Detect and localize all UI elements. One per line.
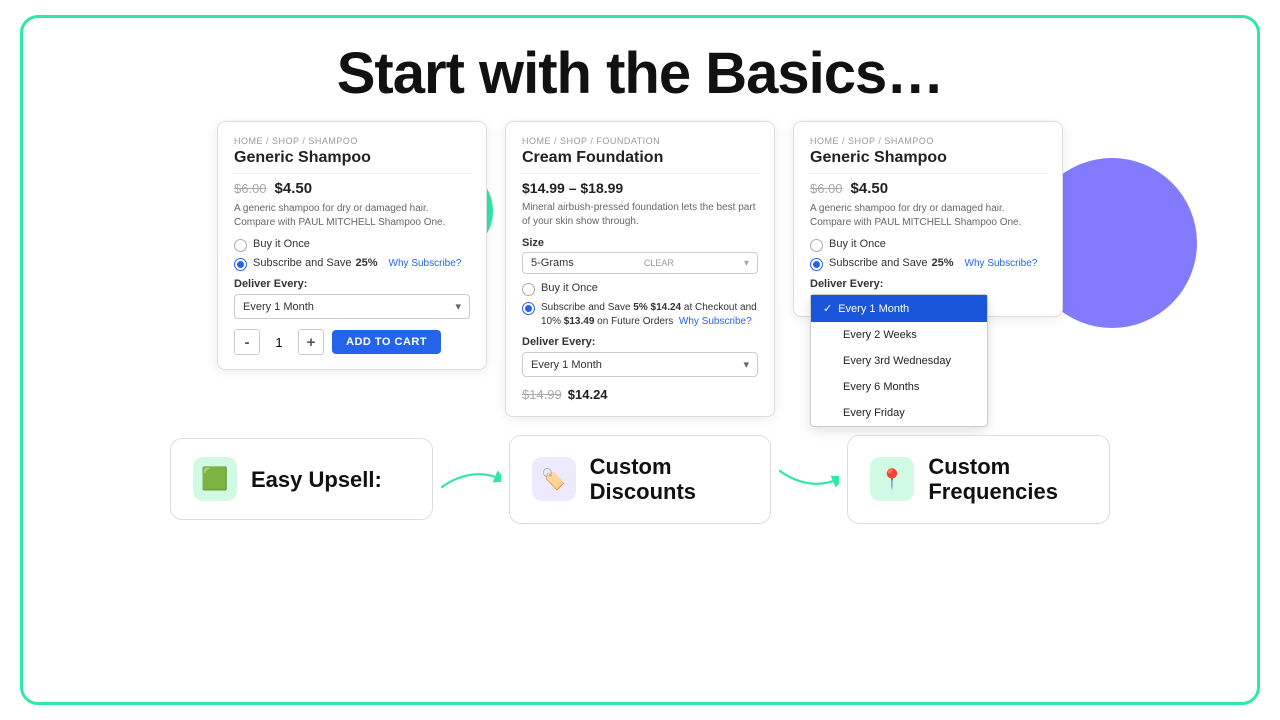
radio-buy-once-1[interactable]: Buy it Once	[234, 238, 470, 252]
radio-buy-once-2[interactable]: Buy it Once	[522, 282, 758, 296]
radio-buy-once-circle-2[interactable]	[522, 283, 535, 296]
card-title-2: Cream Foundation	[522, 149, 758, 167]
feature-easy-upsell: 🟩 Easy Upsell:	[170, 438, 433, 520]
size-select-2[interactable]: 5-Grams CLEAR ▾	[522, 252, 758, 274]
card-foundation: HOME / SHOP / FOUNDATION Cream Foundatio…	[505, 121, 775, 417]
deliver-label-1: Deliver Every:	[234, 278, 470, 290]
deliver-value-1: Every 1 Month	[243, 301, 314, 313]
radio-group-3: Buy it Once Subscribe and Save 25% Why S…	[810, 238, 1046, 271]
radio-buy-once-circle-1[interactable]	[234, 239, 247, 252]
why-link-3[interactable]: Why Subscribe?	[965, 258, 1038, 269]
radio-buy-once-3[interactable]: Buy it Once	[810, 238, 1046, 252]
radio-subscribe-circle-2[interactable]	[522, 302, 535, 315]
price-old-3: $6.00	[810, 181, 843, 196]
subscribe-label-1: Subscribe and Save	[253, 257, 351, 269]
radio-buy-once-circle-3[interactable]	[810, 239, 823, 252]
radio-buy-once-label-1: Buy it Once	[253, 238, 310, 250]
location-pin-icon: 📍	[880, 467, 905, 492]
custom-discounts-icon-wrap: 🏷️	[532, 457, 576, 501]
strike-new-2: $14.24	[568, 387, 608, 402]
chevron-down-icon-1: ▾	[455, 300, 461, 313]
radio-subscribe-circle-3[interactable]	[810, 258, 823, 271]
card-shampoo-1: HOME / SHOP / SHAMPOO Generic Shampoo $6…	[217, 121, 487, 370]
tag-icon: 🏷️	[541, 467, 566, 492]
price-row-3: $6.00 $4.50	[810, 180, 1046, 197]
subscribe-text-3: Subscribe and Save 25% Why Subscribe?	[829, 257, 1037, 269]
size-label-2: Size	[522, 237, 758, 249]
easy-upsell-label: Easy Upsell:	[251, 467, 382, 492]
radio-buy-once-label-2: Buy it Once	[541, 282, 598, 294]
radio-subscribe-2[interactable]: Subscribe and Save 5% $14.24 at Checkout…	[522, 301, 758, 329]
price-new-1: $4.50	[275, 180, 313, 197]
custom-discounts-label: CustomDiscounts	[590, 454, 696, 505]
checkmark-icon: ✓	[823, 302, 832, 315]
cube-icon: 🟩	[201, 466, 228, 492]
cards-row: HOME / SHOP / SHAMPOO Generic Shampoo $6…	[217, 121, 1063, 417]
connector-1	[433, 464, 509, 494]
breadcrumb-2: HOME / SHOP / FOUNDATION	[522, 136, 758, 146]
price-new-3: $4.50	[851, 180, 889, 197]
deliver-value-2: Every 1 Month	[531, 359, 602, 371]
radio-buy-once-label-3: Buy it Once	[829, 238, 886, 250]
dropdown-open-row: ✓ Every 1 Month Every 2 Weeks Every 3rd …	[810, 294, 1046, 302]
qty-row-1: - 1 + ADD TO CART	[234, 329, 470, 355]
subscribe-text-1: Subscribe and Save 25% Why Subscribe?	[253, 257, 461, 269]
bottom-feature-row: 🟩 Easy Upsell: 🏷️ CustomDiscounts	[170, 435, 1110, 524]
breadcrumb-1: HOME / SHOP / SHAMPOO	[234, 136, 470, 146]
arrow-svg-1	[441, 464, 501, 494]
save-pct-1: 25%	[355, 257, 377, 269]
price-row-1: $6.00 $4.50	[234, 180, 470, 197]
strike-price-row-2: $14.99 $14.24	[522, 387, 758, 402]
strike-old-2: $14.99	[522, 387, 562, 402]
qty-minus-1[interactable]: -	[234, 329, 260, 355]
card-desc-2: Mineral airbush-pressed foundation lets …	[522, 201, 758, 229]
size-clear-label-2[interactable]: CLEAR	[644, 258, 674, 268]
add-to-cart-button-1[interactable]: ADD TO CART	[332, 330, 441, 354]
dropdown-item-friday[interactable]: Every Friday	[811, 400, 987, 426]
price-old-1: $6.00	[234, 181, 267, 196]
qty-plus-1[interactable]: +	[298, 329, 324, 355]
dropdown-item-3rd-wednesday[interactable]: Every 3rd Wednesday	[811, 348, 987, 374]
why-link-1[interactable]: Why Subscribe?	[389, 258, 462, 269]
radio-group-2: Buy it Once Subscribe and Save 5% $14.24…	[522, 282, 758, 329]
custom-frequencies-icon-wrap: 📍	[870, 457, 914, 501]
feature-custom-discounts: 🏷️ CustomDiscounts	[509, 435, 772, 524]
radio-subscribe-3[interactable]: Subscribe and Save 25% Why Subscribe?	[810, 257, 1046, 271]
deliver-label-3: Deliver Every:	[810, 278, 1046, 290]
feature-custom-frequencies: 📍 CustomFrequencies	[847, 435, 1110, 524]
card-title-3: Generic Shampoo	[810, 149, 1046, 167]
price-range-2: $14.99 – $18.99	[522, 180, 623, 196]
page-headline: Start with the Basics…	[337, 40, 943, 107]
chevron-down-icon-3: ▾	[743, 358, 749, 371]
connector-2	[771, 464, 847, 494]
outer-container: Start with the Basics… HOME / SHOP / SHA…	[20, 15, 1260, 705]
subscribe-label-3: Subscribe and Save	[829, 257, 927, 269]
deliver-dropdown-2[interactable]: Every 1 Month ▾	[522, 352, 758, 377]
easy-upsell-icon-wrap: 🟩	[193, 457, 237, 501]
size-value-2: 5-Grams	[531, 257, 574, 269]
radio-subscribe-1[interactable]: Subscribe and Save 25% Why Subscribe?	[234, 257, 470, 271]
card-desc-3: A generic shampoo for dry or damaged hai…	[810, 202, 1046, 230]
why-link-2[interactable]: Why Subscribe?	[679, 316, 752, 327]
chevron-down-icon-2: ▾	[744, 258, 749, 269]
radio-subscribe-circle-1[interactable]	[234, 258, 247, 271]
deliver-dropdown-1[interactable]: Every 1 Month ▾	[234, 294, 470, 319]
deliver-dropdown-popup-3: ✓ Every 1 Month Every 2 Weeks Every 3rd …	[810, 294, 988, 427]
price-row-2: $14.99 – $18.99	[522, 180, 758, 196]
dropdown-item-1-month[interactable]: ✓ Every 1 Month	[811, 295, 987, 322]
subscribe-detail-2: Subscribe and Save 5% $14.24 at Checkout…	[541, 301, 758, 329]
card-title-1: Generic Shampoo	[234, 149, 470, 167]
card-desc-1: A generic shampoo for dry or damaged hai…	[234, 202, 470, 230]
dropdown-item-6-months[interactable]: Every 6 Months	[811, 374, 987, 400]
qty-value-1: 1	[268, 335, 290, 350]
breadcrumb-3: HOME / SHOP / SHAMPOO	[810, 136, 1046, 146]
deliver-label-2: Deliver Every:	[522, 336, 758, 348]
save-pct-3: 25%	[931, 257, 953, 269]
dropdown-item-2-weeks[interactable]: Every 2 Weeks	[811, 322, 987, 348]
radio-group-1: Buy it Once Subscribe and Save 25% Why S…	[234, 238, 470, 271]
card-shampoo-3: HOME / SHOP / SHAMPOO Generic Shampoo $6…	[793, 121, 1063, 317]
arrow-svg-2	[779, 464, 839, 494]
custom-frequencies-label: CustomFrequencies	[928, 454, 1058, 505]
